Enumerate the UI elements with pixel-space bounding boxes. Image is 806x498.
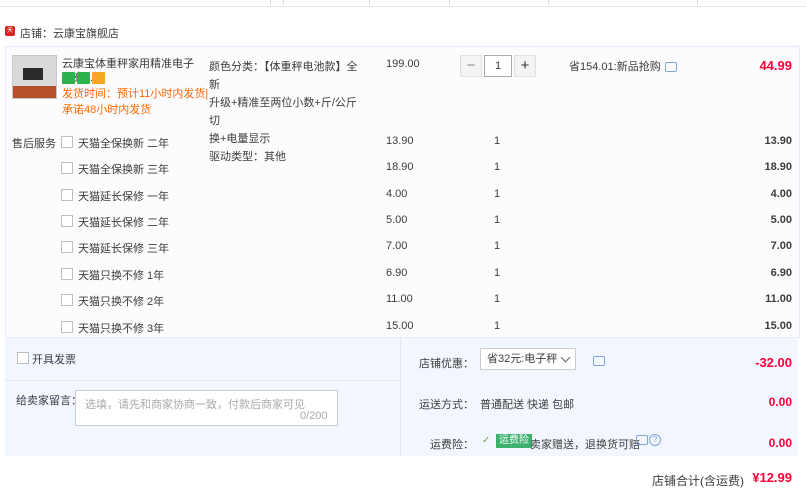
coupon-chat (589, 355, 605, 367)
message-label: 给卖家留言： (16, 395, 82, 407)
check-icon: ✓ (482, 435, 491, 446)
service-price: 13.90 (386, 135, 414, 147)
service-total: 11.00 (765, 293, 792, 305)
coupon-value: 省32元:电子秤 (487, 353, 558, 365)
service-name: 天猫只换不修 2年 (78, 296, 165, 308)
service-price: 7.00 (386, 240, 408, 252)
service-checkbox[interactable] (61, 215, 73, 227)
service-checkbox[interactable] (61, 268, 73, 280)
service-row: 天猫延长保修 二年 5.00 1 5.00 (0, 214, 806, 240)
service-price: 15.00 (386, 320, 414, 332)
service-name: 天猫只换不修 3年 (78, 323, 165, 335)
product-thumbnail[interactable] (12, 55, 57, 99)
savings-info: 省154.01:新品抢购 (569, 58, 677, 74)
tmall-icon: 天猫 (5, 26, 15, 44)
help-icon[interactable]: ? (649, 434, 661, 447)
service-price: 4.00 (386, 188, 408, 200)
service-qty: 1 (494, 214, 501, 226)
service-checkbox[interactable] (61, 294, 73, 306)
service-price: 5.00 (386, 214, 408, 226)
service-name: 天猫延长保修 一年 (78, 191, 170, 203)
service-total: 15.00 (764, 320, 792, 332)
shipping-method: 普通配送 快递 包邮 (480, 399, 575, 411)
decrease-button[interactable]: − (460, 55, 482, 77)
increase-button[interactable]: + (514, 55, 536, 77)
service-checkbox[interactable] (61, 162, 73, 174)
insurance-help: ? (636, 434, 661, 447)
insurance-icon (77, 72, 90, 84)
service-qty: 1 (494, 267, 501, 279)
insurance-amount: 0.00 (768, 436, 792, 450)
divider (400, 338, 401, 456)
discount-label: 店铺优惠： (419, 358, 474, 370)
service-icons (62, 72, 107, 87)
service-total: 6.90 (770, 267, 792, 279)
shop-total-label: 店铺合计(含运费) (652, 474, 744, 488)
message-placeholder: 选填，请先和商家协商一致，付款后商家可见 (85, 399, 305, 411)
service-qty: 1 (494, 135, 501, 147)
service-name: 天猫只换不修 1年 (78, 270, 165, 282)
service-qty: 1 (494, 293, 501, 305)
service-name: 天猫延长保修 二年 (78, 217, 170, 229)
unit-price: 199.00 (386, 58, 420, 70)
service-qty: 1 (494, 188, 501, 200)
service-name: 天猫全保换新 二年 (78, 138, 170, 150)
service-total: 7.00 (770, 240, 792, 252)
service-row: 天猫延长保修 一年 4.00 1 4.00 (0, 188, 806, 214)
sku-line: 颜色分类：【体重秤电池款】全新 (209, 61, 358, 91)
service-checkbox[interactable] (61, 321, 73, 333)
service-qty: 1 (494, 161, 501, 173)
service-qty: 1 (494, 240, 501, 252)
insurance-badge: 运费险 (496, 434, 532, 448)
coupon-select[interactable]: 省32元:电子秤 (480, 348, 576, 370)
quantity-input[interactable]: 1 (484, 55, 512, 77)
service-price: 18.90 (386, 161, 414, 173)
service-checkbox[interactable] (61, 189, 73, 201)
service-total: 18.90 (764, 161, 792, 173)
chat-icon[interactable] (664, 62, 677, 73)
chevron-down-icon (560, 352, 571, 363)
service-price: 6.90 (386, 267, 408, 279)
service-total: 4.00 (770, 188, 792, 200)
service-row: 天猫只换不修 1年 6.90 1 6.90 (0, 267, 806, 293)
insurance-label: 运费险： (430, 439, 474, 451)
service-qty: 1 (494, 320, 501, 332)
invoice-label: 开具发票 (32, 354, 76, 366)
message-counter: 0/200 (300, 410, 328, 422)
service-name: 天猫全保换新 三年 (78, 164, 170, 176)
shipping-amount: 0.00 (768, 395, 792, 409)
shop-total-amount: ¥12.99 (752, 470, 792, 485)
insurance-text: 卖家赠送，退换货可赔 (530, 439, 640, 451)
shipping-label: 运送方式： (419, 399, 474, 411)
service-price: 11.00 (386, 293, 413, 305)
service-total: 5.00 (770, 214, 792, 226)
service-row: 天猫全保换新 二年 13.90 1 13.90 (0, 135, 806, 161)
service-row: 天猫全保换新 三年 18.90 1 18.90 (0, 161, 806, 187)
invoice-checkbox[interactable] (17, 352, 29, 364)
chat-icon[interactable] (593, 356, 605, 367)
chat-icon[interactable] (636, 435, 648, 446)
divider (5, 380, 400, 381)
service-checkbox[interactable] (61, 136, 73, 148)
savings-text: 省154.01:新品抢购 (569, 61, 661, 73)
service-name: 天猫延长保修 三年 (78, 243, 170, 255)
card-payment-icon (92, 72, 105, 84)
shipping-note: 发货时间：预计11小时内发货|承诺48小时内发货 (62, 88, 209, 116)
discount-amount: -32.00 (755, 355, 792, 370)
service-row: 天猫只换不修 2年 11.00 1 11.00 (0, 293, 806, 319)
seven-day-return-icon (62, 72, 75, 84)
service-checkbox[interactable] (61, 241, 73, 253)
item-total: 44.99 (759, 58, 792, 73)
service-total: 13.90 (764, 135, 792, 147)
shop-name[interactable]: 店铺：云康宝旗舰店 (20, 25, 119, 41)
service-row: 天猫延长保修 三年 7.00 1 7.00 (0, 240, 806, 266)
sku-line: 升级+精准至两位小数+斤/公斤切 (209, 97, 357, 127)
header-column-strip (0, 0, 806, 7)
